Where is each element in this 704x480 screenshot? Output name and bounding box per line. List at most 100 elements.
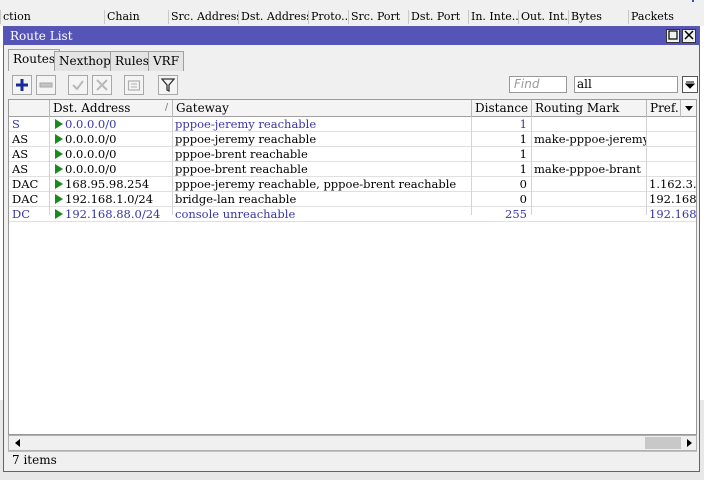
route-active-icon [55,119,63,129]
route-active-icon [55,179,63,189]
table-row[interactable]: AS 0.0.0.0/0 pppoe-brent reachable 1 [9,147,696,162]
route-active-icon [55,164,63,174]
route-routing-mark [531,147,646,162]
horizontal-scrollbar[interactable] [8,435,697,451]
close-icon [684,30,694,40]
disable-button[interactable] [92,75,112,95]
find-input[interactable]: Find [509,76,567,93]
col-flags[interactable] [9,100,49,117]
items-count: 7 items [12,453,57,467]
route-flags: DC [12,207,31,221]
route-gateway: pppoe-jeremy reachable [175,132,317,146]
route-gateway: pppoe-jeremy reachable, pppoe-brent reac… [175,177,457,191]
route-distance: 1 [519,132,527,146]
route-pref-source [646,132,696,147]
table-row[interactable]: S 0.0.0.0/0 pppoe-jeremy reachable 1 [9,117,696,132]
route-gateway: pppoe-brent reachable [175,162,308,176]
scrollbar-thumb[interactable] [645,437,681,449]
scroll-right-button[interactable] [682,436,696,450]
table-row[interactable]: AS 0.0.0.0/0 pppoe-brent reachable 1 make-pp… [9,162,696,177]
route-distance: 1 [519,147,527,161]
enable-button[interactable] [68,75,88,95]
route-pref-source: 192.168.1 [649,192,697,206]
maximize-icon [668,30,678,40]
remove-button[interactable] [36,75,56,95]
add-button[interactable] [12,75,32,95]
close-button[interactable] [682,29,696,43]
route-distance: 255 [505,207,527,221]
route-dst-address-text: 192.168.88.0/24 [65,207,161,221]
route-pref-source [646,162,696,177]
col-dst-address-label: Dst. Address [53,101,131,115]
route-flags: S [12,117,20,131]
route-dst-address: 192.168.88.0/24 [49,207,172,222]
route-active-icon [55,134,63,144]
filter-button[interactable] [158,75,178,95]
tab-routes[interactable]: Routes [8,49,61,71]
filter-select[interactable]: all [574,76,678,93]
route-flags: AS [12,162,29,176]
bg-col-src-port: Src. Port [348,10,408,24]
bg-col-bytes: Bytes [568,10,628,24]
route-dst-address: 0.0.0.0/0 [49,117,172,132]
route-routing-mark [531,117,646,132]
route-routing-mark [531,192,646,207]
filter-dropdown-button[interactable] [682,76,698,93]
background-table-header: ction Chain Src. Address Dst. Address Pr… [0,0,704,26]
column-divider [646,117,647,215]
scroll-left-button[interactable] [11,436,25,450]
toolbar: Find all [8,73,698,99]
route-routing-mark: make-pppoe-jeremy [534,132,646,146]
route-dst-address: 0.0.0.0/0 [49,132,172,147]
route-dst-address-text: 192.168.1.0/24 [65,192,154,206]
route-dst-address: 168.95.98.254 [49,177,172,192]
col-gateway[interactable]: Gateway [172,100,471,117]
route-flags: AS [12,132,29,146]
route-pref-source [646,117,696,132]
add-icon [16,79,28,91]
comment-button[interactable] [124,75,144,95]
chevron-down-icon [685,81,695,89]
column-menu-button[interactable] [680,100,696,117]
route-distance: 1 [519,117,527,131]
route-dst-address-text: 0.0.0.0/0 [65,132,117,146]
disable-icon [96,79,108,91]
col-pref-source[interactable]: Pref. S [646,100,680,117]
table-row[interactable]: AS 0.0.0.0/0 pppoe-jeremy reachable 1 make-p… [9,132,696,147]
route-distance: 0 [519,192,527,206]
table-row[interactable]: DAC 168.95.98.254 pppoe-jeremy reachable, … [9,177,697,192]
route-pref-source: 1.162.3.1 [649,177,697,191]
table-row[interactable]: DC 192.168.88.0/24 console unreachable 255 1… [9,207,696,222]
window-titlebar[interactable]: Route List [4,27,699,45]
arrow-right-icon [687,439,692,447]
bg-col-src-address: Src. Address [168,10,238,24]
tab-vrf[interactable]: VRF [148,51,185,71]
bg-col-packets: Packets [628,10,688,24]
sort-indicator-icon: / [164,103,168,113]
bg-col-dst-port: Dst. Port [408,10,468,24]
route-active-icon [55,149,63,159]
bg-col-in-interface: In. Inte... [468,10,518,24]
route-routing-mark [531,177,646,192]
route-flags: AS [12,147,29,161]
table-row[interactable]: DAC 192.168.1.0/24 bridge-lan reachable 0 19… [9,192,697,207]
route-dst-address-text: 0.0.0.0/0 [65,117,117,131]
bg-col-dst-address: Dst. Address [238,10,308,24]
maximize-button[interactable] [666,29,680,43]
route-flags: DAC [12,192,39,206]
route-dst-address: 0.0.0.0/0 [49,162,172,177]
bg-col-out-interface: Out. Int... [518,10,568,24]
route-flags: DAC [12,177,39,191]
column-divider [531,117,532,215]
col-routing-mark[interactable]: Routing Mark [531,100,646,117]
column-divider [172,117,173,215]
route-active-icon [55,209,63,219]
route-gateway: pppoe-brent reachable [175,147,308,161]
status-bar: 7 items [8,451,697,469]
route-list-window: Route List Routes Nexthops Rules VRF Fin… [3,26,700,472]
chevron-down-icon [685,106,693,111]
col-dst-address[interactable]: Dst. Address / [49,100,172,117]
route-pref-source [646,147,696,162]
col-distance[interactable]: Distance [471,100,531,117]
table-header: Dst. Address / Gateway Distance Routing M… [9,100,696,117]
